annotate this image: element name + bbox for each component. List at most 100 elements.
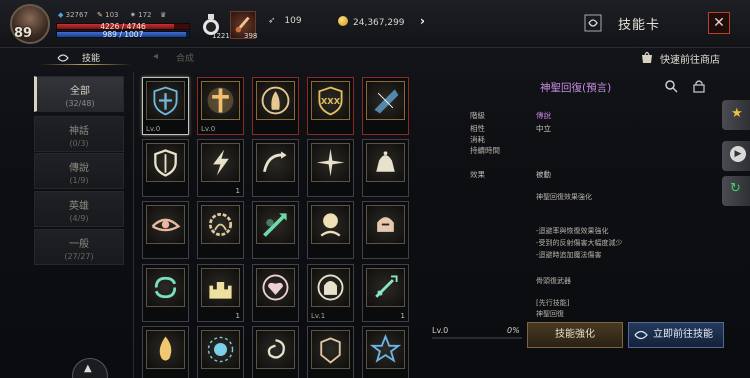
page-title: 技能卡 <box>618 18 661 33</box>
skill-level-label: Lv.0 <box>146 125 161 133</box>
category-count: (32/48) <box>65 99 95 108</box>
skill-card[interactable]: Lv.0 <box>197 77 244 135</box>
skill-card[interactable] <box>252 264 299 322</box>
castle-icon <box>201 268 240 307</box>
skill-tab-icon <box>57 54 69 62</box>
skill-card[interactable] <box>252 139 299 197</box>
skill-card[interactable]: 1 <box>362 264 409 322</box>
gem-icon: ◆ <box>58 11 64 19</box>
category-name: 傳說 <box>69 163 89 174</box>
stat-two: ✎ 103 <box>97 11 118 19</box>
xxx-shield-icon: XXX <box>311 81 350 120</box>
skill-card[interactable] <box>142 326 189 378</box>
potion-count: 1221 <box>212 32 230 40</box>
skill-card[interactable] <box>307 201 354 259</box>
skill-card[interactable] <box>362 326 409 378</box>
effect-line: 骨頭復武器 <box>536 277 571 285</box>
green-sword-icon <box>366 268 405 307</box>
effect-line: -迴避率與恢復效果強化 <box>536 227 609 235</box>
gold-coin-icon <box>338 16 348 26</box>
feather-count: 109 <box>284 16 302 26</box>
skill-card[interactable] <box>307 326 354 378</box>
close-button[interactable]: ✕ <box>708 12 730 34</box>
play-icon: ▶ <box>730 146 746 162</box>
currency-expand-icon[interactable]: › <box>420 14 425 28</box>
affinity-label: 相性 <box>470 124 485 133</box>
fire-ring-icon <box>201 205 240 244</box>
enhance-skill-button[interactable]: 技能強化 <box>527 322 623 348</box>
skill-count: 1 <box>400 312 405 320</box>
skill-card[interactable] <box>252 201 299 259</box>
effect-line: 神聖回復效果強化 <box>536 193 592 201</box>
green-arrow-icon <box>256 205 295 244</box>
blue-crystal-icon <box>366 81 405 120</box>
shield-icon <box>146 143 185 182</box>
shield-cross-icon <box>146 81 185 120</box>
bell-icon <box>366 143 405 182</box>
player-level: 89 <box>14 26 33 41</box>
level-progress-bar <box>432 337 522 339</box>
skill-card[interactable]: 1 <box>197 264 244 322</box>
category-name: 一般 <box>69 239 89 250</box>
skill-card[interactable] <box>197 201 244 259</box>
stat-three-value: 172 <box>138 11 152 19</box>
category-all[interactable]: 全部 (32/48) <box>34 76 124 112</box>
skill-card[interactable] <box>252 77 299 135</box>
shop-icon <box>642 51 652 63</box>
level-percent: 0% <box>507 326 520 335</box>
category-count: (1/9) <box>69 176 89 185</box>
refresh-icon: ↻ <box>730 181 741 196</box>
category-count: (4/9) <box>69 214 89 223</box>
top-bar: 89 ◆ 32767 ✎ 103 ✷ 172 ♛ 4226 / 4746 989… <box>0 0 750 48</box>
skill-count: 1 <box>235 187 240 195</box>
skill-card[interactable] <box>307 139 354 197</box>
effect-line: -迴避時追加魔法傷害 <box>536 251 602 259</box>
skill-card[interactable]: Lv.0 <box>142 77 189 135</box>
skill-level-label: Lv.0 <box>201 125 216 133</box>
play-edge-button[interactable]: ▶ <box>722 141 750 171</box>
skill-card-screen: 89 ◆ 32767 ✎ 103 ✷ 172 ♛ 4226 / 4746 989… <box>0 0 750 378</box>
cost-label: 消耗 <box>470 135 485 144</box>
eye-icon <box>146 205 185 244</box>
feather-currency: ➶ 109 <box>268 16 302 26</box>
skill-count: 1 <box>235 312 240 320</box>
skill-card[interactable] <box>197 326 244 378</box>
scroll-up-button[interactable]: ▲ <box>72 358 108 378</box>
praying-hands-icon <box>256 81 295 120</box>
mp-text: 989 / 1007 <box>102 30 144 39</box>
skill-card[interactable] <box>142 201 189 259</box>
trophy-icon: ♛ <box>160 11 167 19</box>
refresh-edge-button[interactable]: ↻ <box>722 176 750 206</box>
category-normal[interactable]: 一般 (27/27) <box>34 229 124 265</box>
skill-card[interactable] <box>362 77 409 135</box>
skill-card[interactable]: XXX <box>307 77 354 135</box>
effect-label: 效果 <box>470 170 485 179</box>
skill-card[interactable]: Lv.1 <box>307 264 354 322</box>
power-value: 32767 <box>65 11 88 19</box>
search-icon[interactable] <box>664 79 678 93</box>
skill-card[interactable] <box>142 139 189 197</box>
skill-card[interactable] <box>252 326 299 378</box>
category-name: 神話 <box>69 126 89 137</box>
skill-card[interactable] <box>362 201 409 259</box>
knight-helm-icon <box>311 268 350 307</box>
category-hero[interactable]: 英雄 (4/9) <box>34 191 124 227</box>
tab-craft[interactable]: 合成 <box>176 51 194 64</box>
favorite-edge-button[interactable]: ★ <box>722 100 750 130</box>
tab-underline <box>40 64 132 65</box>
arc-arrow-icon <box>256 143 295 182</box>
tab-skill[interactable]: 技能 <box>82 51 100 64</box>
category-legend[interactable]: 傳說 (1/9) <box>34 153 124 189</box>
gold-amount: 24,367,299 <box>353 18 405 28</box>
quick-shop-link[interactable]: 快速前往商店 <box>660 51 720 66</box>
skill-card[interactable] <box>362 139 409 197</box>
skill-card[interactable]: 1 <box>197 139 244 197</box>
lock-icon[interactable] <box>693 79 705 93</box>
skill-card[interactable] <box>142 264 189 322</box>
duration-label: 持續時間 <box>470 146 500 155</box>
category-myth[interactable]: 神話 (0/3) <box>34 116 124 152</box>
holy-cross-icon <box>201 81 240 120</box>
category-count: (0/3) <box>69 139 89 148</box>
stat-three: ✷ 172 <box>130 11 151 19</box>
stat-two-value: 103 <box>105 11 119 19</box>
